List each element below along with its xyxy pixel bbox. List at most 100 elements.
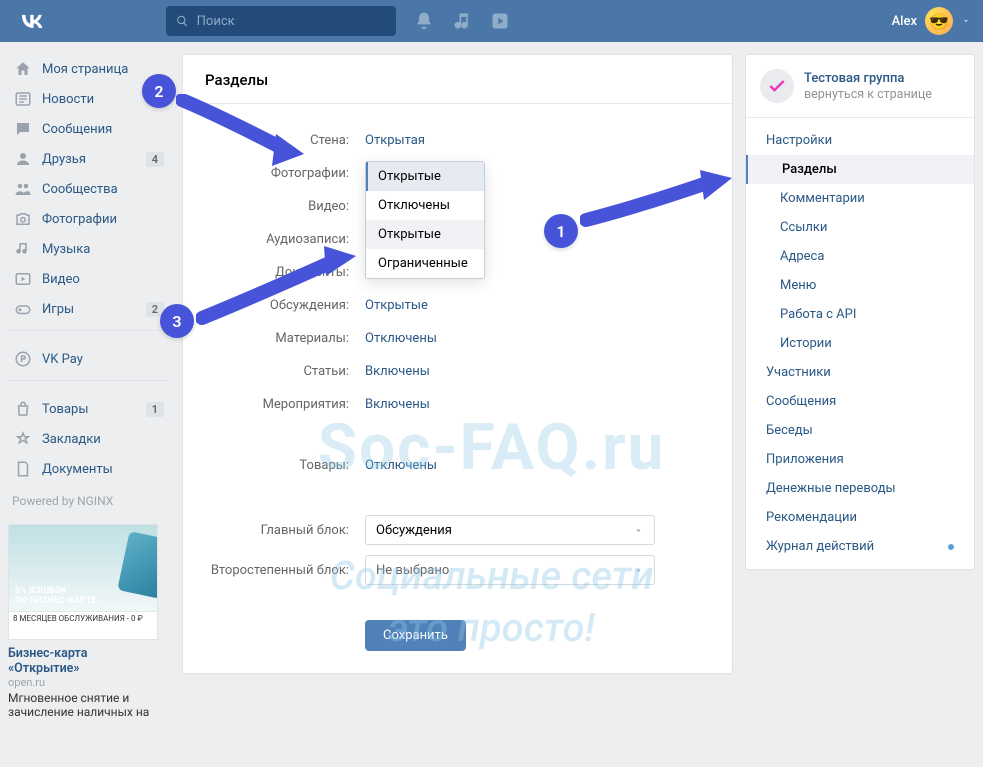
photo-dropdown: Открытые Отключены Открытые Ограниченные (365, 161, 485, 279)
side-label: Настройки (766, 133, 832, 148)
side-item-recs[interactable]: Рекомендации (746, 503, 974, 532)
music-nav-icon (14, 240, 32, 258)
side-label: Журнал действий (766, 539, 874, 554)
side-item-chats[interactable]: Беседы (746, 416, 974, 445)
row-value[interactable]: Отключены (365, 331, 437, 346)
row-value[interactable]: Включены (365, 364, 430, 379)
nav-label: VK Pay (42, 352, 83, 367)
secondary-block-select[interactable]: Не выбрано (365, 555, 655, 585)
nav-vkpay[interactable]: VK Pay (8, 344, 170, 374)
row-value[interactable]: Включены (365, 397, 430, 412)
chevron-down-icon (633, 525, 644, 536)
nav-label: Игры (42, 302, 74, 317)
search-box[interactable] (166, 6, 396, 36)
pay-icon (14, 350, 32, 368)
ad-title: Бизнес-карта «Открытие» (8, 646, 158, 676)
dropdown-option[interactable]: Ограниченные (366, 249, 484, 278)
nav-groups[interactable]: Сообщества (8, 174, 170, 204)
nav-friends[interactable]: Друзья4 (8, 144, 170, 174)
search-input[interactable] (197, 14, 386, 29)
check-icon (767, 76, 787, 96)
side-item-money[interactable]: Денежные переводы (746, 474, 974, 503)
header-icons (414, 11, 510, 31)
play-icon[interactable] (490, 11, 510, 31)
ad-card[interactable]: 5% КЭШБЭК ПО БИЗНЕС-КАРТЕ 8 МЕСЯЦЕВ ОБСЛ… (8, 524, 158, 719)
user-menu[interactable]: Alex 😎 (892, 7, 971, 35)
nav-docs[interactable]: Документы (8, 454, 170, 484)
nav-messages[interactable]: Сообщения (8, 114, 170, 144)
annotation-arrow-1 (580, 170, 740, 230)
ad-desc: Мгновенное снятие и зачисление наличных … (8, 691, 158, 719)
side-label: Комментарии (780, 191, 865, 206)
side-label: Меню (780, 278, 816, 293)
side-item-apps[interactable]: Приложения (746, 445, 974, 474)
nav-label: Фотографии (42, 212, 117, 227)
nav-games[interactable]: Игры2 (8, 294, 170, 324)
side-label: Адреса (780, 249, 824, 264)
side-label: Денежные переводы (766, 481, 896, 496)
side-label: Участники (766, 365, 831, 380)
ad-strip: 8 МЕСЯЦЕВ ОБСЛУЖИВАНИЯ - 0 ₽ (9, 611, 157, 639)
side-item-comments[interactable]: Комментарии (746, 184, 974, 213)
music-icon[interactable] (452, 11, 472, 31)
save-button[interactable]: Сохранить (365, 620, 466, 651)
dropdown-option[interactable]: Открытые (366, 220, 484, 249)
chevron-down-icon (961, 16, 971, 26)
nav-label: Сообщения (42, 122, 112, 137)
annotation-arrow-2 (176, 94, 316, 174)
side-item-api[interactable]: Работа с API (746, 300, 974, 329)
side-item-settings[interactable]: Настройки (746, 126, 974, 155)
side-item-stories[interactable]: Истории (746, 329, 974, 358)
side-item-addresses[interactable]: Адреса (746, 242, 974, 271)
side-item-links[interactable]: Ссылки (746, 213, 974, 242)
bell-icon[interactable] (414, 11, 434, 31)
row-value[interactable]: Открытые (365, 298, 428, 313)
main-block-select[interactable]: Обсуждения (365, 515, 655, 545)
group-name: Тестовая группа (804, 71, 932, 86)
video-icon (14, 270, 32, 288)
left-nav: Моя страница Новости Сообщения Друзья4 С… (8, 54, 170, 719)
vk-logo-icon[interactable] (18, 7, 46, 35)
nav-label: Новости (42, 92, 94, 107)
bookmark-icon (14, 430, 32, 448)
side-item-sections[interactable]: Разделы (746, 155, 974, 184)
ad-image: 5% КЭШБЭК ПО БИЗНЕС-КАРТЕ 8 МЕСЯЦЕВ ОБСЛ… (8, 524, 158, 640)
side-item-messages[interactable]: Сообщения (746, 387, 974, 416)
nav-label: Видео (42, 272, 80, 287)
row-value[interactable]: Открытая (365, 133, 425, 148)
select-value: Обсуждения (376, 523, 452, 538)
side-item-members[interactable]: Участники (746, 358, 974, 387)
dropdown-option[interactable]: Открытые (366, 162, 484, 191)
nav-music[interactable]: Музыка (8, 234, 170, 264)
group-header[interactable]: Тестовая группа вернуться к странице (746, 55, 974, 118)
nav-label: Моя страница (42, 62, 128, 77)
notification-dot (948, 544, 954, 550)
news-icon (14, 90, 32, 108)
group-back: вернуться к странице (804, 87, 932, 102)
side-item-menu[interactable]: Меню (746, 271, 974, 300)
select-value: Не выбрано (376, 563, 449, 578)
nav-badge: 4 (146, 152, 164, 167)
group-avatar (760, 69, 794, 103)
nav-photos[interactable]: Фотографии (8, 204, 170, 234)
friends-icon (14, 150, 32, 168)
powered-by: Powered by NGINX (8, 484, 170, 518)
side-label: Сообщения (766, 394, 836, 409)
dropdown-option[interactable]: Отключены (366, 191, 484, 220)
top-header: Alex 😎 (0, 0, 983, 42)
side-label: Приложения (766, 452, 844, 467)
side-label: Ссылки (780, 220, 827, 235)
row-label: Товары: (205, 458, 365, 473)
row-label: Аудиозаписи: (205, 232, 365, 247)
nav-bookmarks[interactable]: Закладки (8, 424, 170, 454)
secondary-block-label: Второстепенный блок: (205, 563, 365, 578)
side-item-log[interactable]: Журнал действий (746, 532, 974, 561)
annotation-circle-3: 3 (160, 304, 194, 338)
side-label: Разделы (782, 162, 837, 177)
row-value[interactable]: Отключены (365, 458, 437, 473)
nav-products[interactable]: Товары1 (8, 394, 170, 424)
annotation-circle-1: 1 (544, 214, 578, 248)
nav-video[interactable]: Видео (8, 264, 170, 294)
row-label: Статьи: (205, 364, 365, 379)
camera-icon (14, 210, 32, 228)
